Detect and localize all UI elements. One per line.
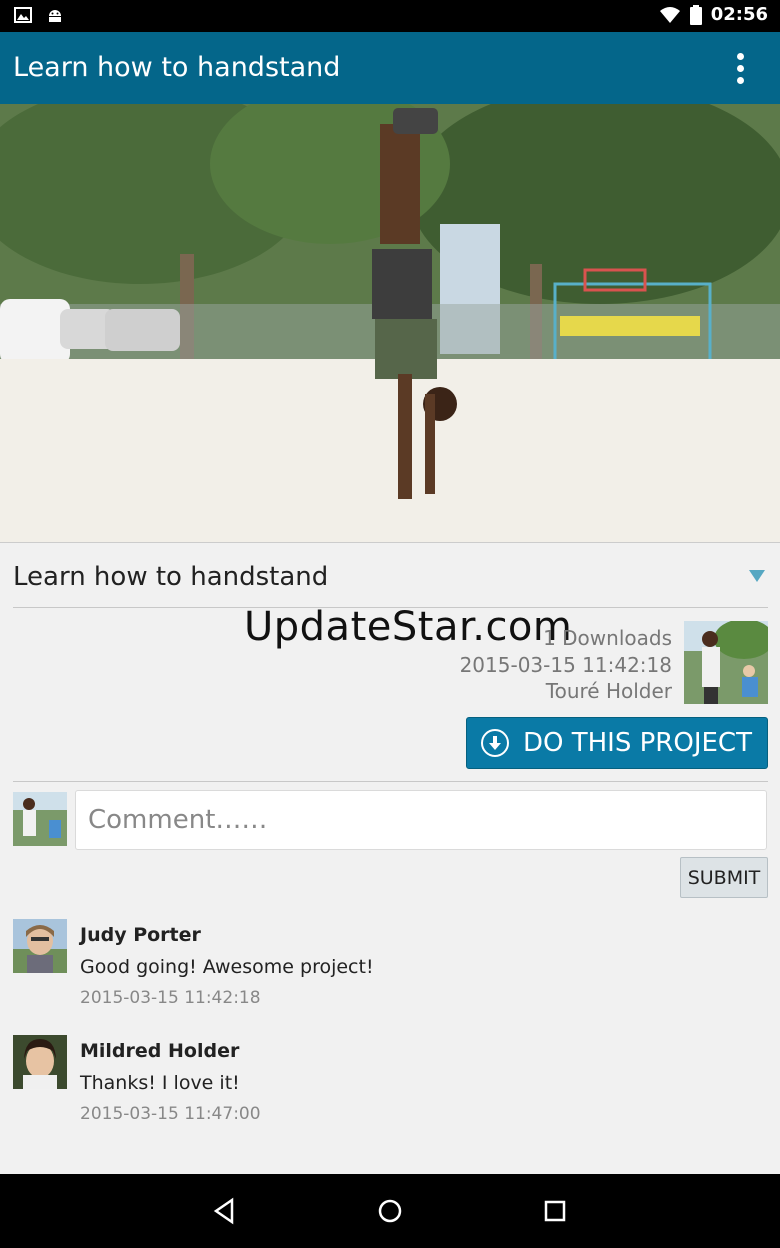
commenter-avatar[interactable] <box>13 919 67 973</box>
battery-icon <box>689 4 702 25</box>
comment-input[interactable] <box>75 790 767 850</box>
recent-apps-icon[interactable] <box>540 1196 570 1226</box>
project-owner: Touré Holder <box>545 679 672 703</box>
do-this-project-label: DO THIS PROJECT <box>523 728 752 758</box>
project-title: Learn how to handstand <box>13 562 329 592</box>
expand-arrow-icon[interactable] <box>749 570 765 582</box>
project-video[interactable] <box>0 104 780 543</box>
submit-button[interactable]: SUBMIT <box>680 857 768 898</box>
commenter-name: Judy Porter <box>80 924 201 946</box>
project-meta: 1 Downloads 2015-03-15 11:42:18 Touré Ho… <box>460 625 672 705</box>
current-user-avatar <box>13 792 67 846</box>
back-icon[interactable] <box>210 1196 240 1226</box>
image-notification-icon <box>14 7 32 23</box>
wifi-icon <box>659 6 680 23</box>
overflow-menu-icon[interactable] <box>728 50 752 90</box>
comment-text: Thanks! I love it! <box>80 1072 240 1094</box>
app-bar: Learn how to handstand <box>0 32 780 104</box>
status-bar: 02:56 <box>0 0 780 32</box>
downloads-count: 1 Downloads <box>543 626 672 650</box>
do-this-project-button[interactable]: DO THIS PROJECT <box>466 717 768 769</box>
home-icon[interactable] <box>375 1196 405 1226</box>
comment-item: Mildred Holder Thanks! I love it! 2015-0… <box>13 1035 768 1135</box>
commenter-name: Mildred Holder <box>80 1040 240 1062</box>
owner-avatar[interactable] <box>684 621 768 704</box>
project-date: 2015-03-15 11:42:18 <box>459 652 672 677</box>
download-icon <box>481 729 509 757</box>
navigation-bar <box>0 1174 780 1248</box>
comment-time: 2015-03-15 11:42:18 <box>80 988 261 1008</box>
commenter-avatar[interactable] <box>13 1035 67 1089</box>
android-notification-icon <box>49 10 61 22</box>
comment-item: Judy Porter Good going! Awesome project!… <box>13 919 768 1019</box>
comment-time: 2015-03-15 11:47:00 <box>80 1104 261 1124</box>
app-bar-title: Learn how to handstand <box>13 52 341 83</box>
comment-text: Good going! Awesome project! <box>80 956 374 978</box>
divider <box>13 781 768 782</box>
status-clock: 02:56 <box>710 4 768 25</box>
